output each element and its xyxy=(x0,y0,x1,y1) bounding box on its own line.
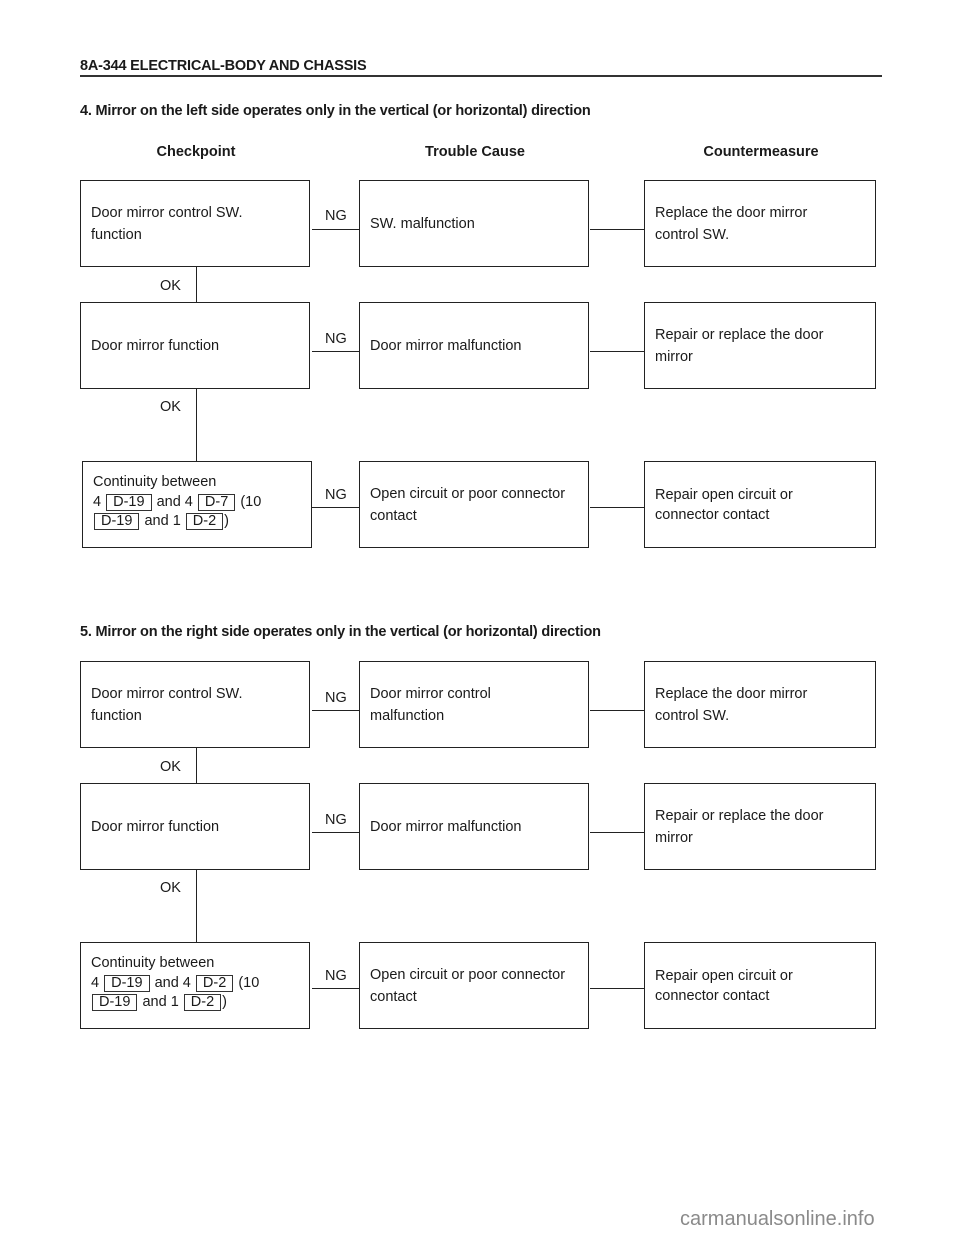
ng-label: NG xyxy=(325,331,347,347)
cause-text: Door mirror control malfunction xyxy=(370,685,491,724)
cause-box: Open circuit or poor connector contact xyxy=(359,942,589,1029)
ng-connector xyxy=(312,229,360,230)
countermeasure-text: Repair open circuit or connector contact xyxy=(655,967,793,1004)
cause-text: Open circuit or poor connector contact xyxy=(370,485,566,524)
connector-ref: D-7 xyxy=(197,493,236,511)
countermeasure-box: Repair or replace the door mirror xyxy=(644,783,876,870)
connector-line xyxy=(590,507,645,508)
cause-box: Open circuit or poor connector contact xyxy=(359,461,589,548)
cause-text: SW. malfunction xyxy=(370,215,475,232)
checkpoint-box: Door mirror function xyxy=(80,302,310,389)
ok-label: OK xyxy=(160,759,181,775)
countermeasure-box: Repair open circuit or connector contact xyxy=(644,942,876,1029)
checkpoint-box: Continuity between 4 D-19 and 4 D-7 (10 … xyxy=(82,461,312,548)
ok-label: OK xyxy=(160,278,181,294)
cause-box: SW. malfunction xyxy=(359,180,589,267)
ok-connector xyxy=(196,389,197,462)
checkpoint-text: Continuity between 4 D-19 and 4 D-7 (10 … xyxy=(93,474,262,530)
countermeasure-text: Repair or replace the door mirror xyxy=(655,326,824,365)
cause-text: Door mirror malfunction xyxy=(370,337,522,354)
ng-label: NG xyxy=(325,812,347,828)
countermeasure-box: Replace the door mirror control SW. xyxy=(644,661,876,748)
countermeasure-text: Repair open circuit or connector contact xyxy=(655,486,793,523)
countermeasure-text: Replace the door mirror control SW. xyxy=(655,204,808,243)
connector-ref: D-2 xyxy=(183,994,222,1011)
ng-connector xyxy=(312,832,360,833)
countermeasure-text: Replace the door mirror control SW. xyxy=(655,685,808,724)
checkpoint-box: Door mirror control SW. function xyxy=(80,661,310,748)
ng-label: NG xyxy=(325,968,347,984)
connector-line xyxy=(590,710,645,711)
ng-connector xyxy=(312,988,360,989)
connector-ref: D-19 xyxy=(94,513,140,530)
checkpoint-text: Door mirror function xyxy=(91,337,220,354)
countermeasure-box: Repair open circuit or connector contact xyxy=(644,461,876,548)
checkpoint-text: Continuity between 4 D-19 and 4 D-2 (10 … xyxy=(91,955,260,1011)
cause-text: Open circuit or poor connector contact xyxy=(370,966,566,1005)
ok-label: OK xyxy=(160,880,181,896)
connector-ref: D-19 xyxy=(106,493,152,511)
checkpoint-text: Door mirror control SW. function xyxy=(91,685,243,724)
connector-ref: D-19 xyxy=(92,994,138,1011)
connector-line xyxy=(590,351,645,352)
checkpoint-text: Door mirror control SW. function xyxy=(91,204,243,243)
column-countermeasure: Countermeasure xyxy=(703,144,819,160)
connector-line xyxy=(590,229,645,230)
column-trouble-cause: Trouble Cause xyxy=(425,144,525,160)
ng-label: NG xyxy=(325,208,347,224)
column-checkpoint: Checkpoint xyxy=(156,144,236,160)
ok-label: OK xyxy=(160,399,181,415)
cause-text: Door mirror malfunction xyxy=(370,818,522,835)
checkpoint-text: Door mirror function xyxy=(91,818,220,835)
ng-connector xyxy=(312,351,360,352)
watermark: carmanualsonline.info xyxy=(680,1208,875,1230)
connector-ref: D-19 xyxy=(104,974,150,992)
ok-connector xyxy=(196,267,197,303)
connector-line xyxy=(590,988,645,989)
countermeasure-box: Repair or replace the door mirror xyxy=(644,302,876,389)
ng-connector xyxy=(312,710,360,711)
cause-box: Door mirror control malfunction xyxy=(359,661,589,748)
ok-connector xyxy=(196,870,197,943)
section-5-title: 5. Mirror on the right side operates onl… xyxy=(80,624,601,640)
ng-label: NG xyxy=(325,487,347,503)
countermeasure-text: Repair or replace the door mirror xyxy=(655,807,824,846)
ng-connector xyxy=(312,507,360,508)
ok-connector xyxy=(196,748,197,784)
checkpoint-box: Continuity between 4 D-19 and 4 D-2 (10 … xyxy=(80,942,310,1029)
connector-line xyxy=(590,832,645,833)
section-4-title: 4. Mirror on the left side operates only… xyxy=(80,103,591,119)
ng-label: NG xyxy=(325,690,347,706)
connector-ref: D-2 xyxy=(185,513,224,530)
checkpoint-box: Door mirror function xyxy=(80,783,310,870)
page-header: 8A-344 ELECTRICAL-BODY AND CHASSIS xyxy=(80,58,882,77)
checkpoint-box: Door mirror control SW. function xyxy=(80,180,310,267)
countermeasure-box: Replace the door mirror control SW. xyxy=(644,180,876,267)
cause-box: Door mirror malfunction xyxy=(359,302,589,389)
connector-ref: D-2 xyxy=(195,974,234,992)
cause-box: Door mirror malfunction xyxy=(359,783,589,870)
